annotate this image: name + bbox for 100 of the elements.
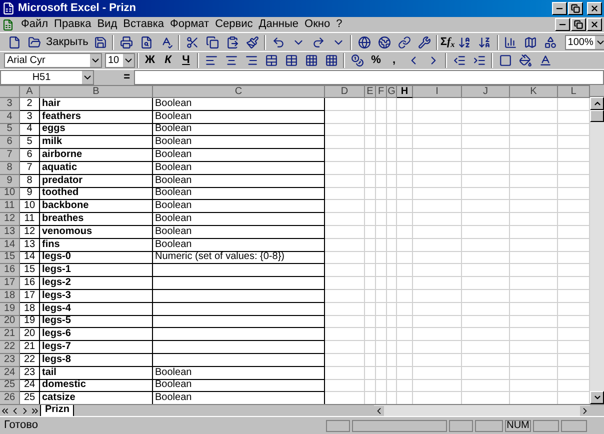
row-header[interactable]: 20 bbox=[0, 316, 20, 328]
column-header[interactable]: I bbox=[413, 86, 462, 98]
table-cell: legs-6 bbox=[40, 328, 153, 342]
row-header[interactable]: 8 bbox=[0, 162, 20, 175]
close-button[interactable] bbox=[587, 18, 602, 31]
table-cell: 24 bbox=[20, 380, 40, 392]
column-header[interactable]: D bbox=[325, 86, 365, 98]
menu-item[interactable]: ? bbox=[333, 16, 346, 33]
row-header[interactable]: 21 bbox=[0, 328, 20, 342]
row-header[interactable]: 19 bbox=[0, 302, 20, 316]
empty-cell bbox=[387, 316, 397, 328]
column-header[interactable]: C bbox=[153, 86, 325, 98]
column-header[interactable]: L bbox=[558, 86, 590, 98]
table-cell: 11 bbox=[20, 213, 40, 226]
empty-cell bbox=[365, 341, 376, 354]
row-header[interactable]: 11 bbox=[0, 200, 20, 214]
table-cell: 6 bbox=[20, 149, 40, 162]
row-header[interactable]: 24 bbox=[0, 366, 20, 380]
table-cell: Boolean bbox=[153, 238, 325, 252]
row-header[interactable]: 12 bbox=[0, 213, 20, 226]
column-header[interactable]: B bbox=[40, 86, 153, 98]
menu-item[interactable]: Файл bbox=[18, 16, 52, 33]
close-button[interactable] bbox=[587, 2, 602, 15]
name-box[interactable]: H51 bbox=[0, 70, 94, 85]
empty-cell bbox=[325, 354, 365, 367]
last-sheet-icon[interactable] bbox=[30, 406, 40, 416]
sheet-tab[interactable]: Prizn bbox=[40, 404, 74, 416]
empty-cell bbox=[510, 188, 558, 200]
bold-button[interactable]: Ж bbox=[141, 52, 159, 69]
row-header[interactable]: 9 bbox=[0, 174, 20, 188]
column-header[interactable]: K bbox=[510, 86, 558, 98]
empty-cell bbox=[325, 380, 365, 392]
italic-button[interactable]: К bbox=[159, 52, 177, 69]
empty-cell bbox=[510, 174, 558, 188]
table-cell: venomous bbox=[40, 226, 153, 239]
row-header[interactable]: 13 bbox=[0, 226, 20, 239]
scroll-thumb[interactable] bbox=[590, 110, 604, 122]
menu-item[interactable]: Правка bbox=[51, 16, 94, 33]
menu-item[interactable]: Сервис bbox=[212, 16, 256, 33]
empty-cell bbox=[510, 277, 558, 290]
row-header[interactable]: 6 bbox=[0, 136, 20, 150]
function-button[interactable]: f$_{x}$ bbox=[446, 34, 455, 50]
empty-cell bbox=[376, 354, 387, 367]
minimize-button[interactable] bbox=[555, 18, 570, 31]
row-header[interactable]: 5 bbox=[0, 124, 20, 136]
column-header[interactable]: F bbox=[376, 86, 387, 98]
font-combo[interactable]: Arial Cyr bbox=[4, 53, 102, 68]
menu-item[interactable]: Данные bbox=[256, 16, 302, 33]
empty-cell bbox=[413, 213, 462, 226]
row-header[interactable]: 4 bbox=[0, 110, 20, 124]
empty-cell bbox=[397, 341, 413, 354]
row-header[interactable]: 15 bbox=[0, 252, 20, 264]
percent-button[interactable]: % bbox=[367, 52, 385, 69]
row-header[interactable]: 17 bbox=[0, 277, 20, 290]
empty-cell bbox=[376, 174, 387, 188]
menu-item[interactable]: Вставка bbox=[120, 16, 168, 33]
column-header[interactable]: A bbox=[20, 86, 40, 98]
row-header[interactable]: 18 bbox=[0, 290, 20, 303]
column-header[interactable]: J bbox=[462, 86, 510, 98]
restore-button[interactable] bbox=[571, 18, 586, 31]
row-header[interactable]: 7 bbox=[0, 149, 20, 162]
empty-cell bbox=[376, 149, 387, 162]
font-size-combo[interactable]: 10 bbox=[105, 53, 135, 68]
row-header[interactable]: 26 bbox=[0, 392, 20, 406]
empty-cell bbox=[376, 136, 387, 150]
row-header[interactable]: 25 bbox=[0, 380, 20, 392]
empty-cell bbox=[397, 174, 413, 188]
empty-cell bbox=[510, 136, 558, 150]
empty-cell bbox=[365, 188, 376, 200]
menu-item[interactable]: Формат bbox=[167, 16, 212, 33]
row-header[interactable]: 10 bbox=[0, 188, 20, 200]
empty-cell bbox=[365, 162, 376, 175]
table-cell: Boolean bbox=[153, 366, 325, 380]
empty-cell bbox=[413, 174, 462, 188]
menu-item[interactable]: Окно bbox=[302, 16, 334, 33]
menu-item[interactable]: Вид bbox=[94, 16, 120, 33]
table-cell: 7 bbox=[20, 162, 40, 175]
column-header[interactable]: E bbox=[365, 86, 376, 98]
empty-cell bbox=[462, 302, 510, 316]
restore-button[interactable] bbox=[568, 2, 583, 15]
row-header[interactable]: 16 bbox=[0, 264, 20, 278]
minimize-button[interactable] bbox=[552, 2, 567, 15]
sum-button[interactable]: Σ bbox=[440, 34, 447, 50]
close-workbook-button[interactable]: Закрыть bbox=[44, 34, 90, 50]
empty-cell bbox=[365, 238, 376, 252]
empty-cell bbox=[387, 226, 397, 239]
comma-button[interactable]: , bbox=[385, 52, 403, 69]
row-header[interactable]: 3 bbox=[0, 98, 20, 111]
column-header[interactable]: H bbox=[397, 86, 413, 98]
empty-cell bbox=[325, 316, 365, 328]
underline-button[interactable]: Ч bbox=[177, 52, 195, 69]
zoom-combo[interactable]: 100% bbox=[564, 34, 604, 50]
row-header[interactable]: 22 bbox=[0, 341, 20, 354]
empty-cell bbox=[376, 162, 387, 175]
column-header[interactable]: G bbox=[387, 86, 397, 98]
row-header[interactable]: 14 bbox=[0, 238, 20, 252]
empty-cell bbox=[365, 380, 376, 392]
empty-cell bbox=[510, 200, 558, 214]
first-sheet-icon[interactable] bbox=[0, 406, 10, 416]
row-header[interactable]: 23 bbox=[0, 354, 20, 367]
